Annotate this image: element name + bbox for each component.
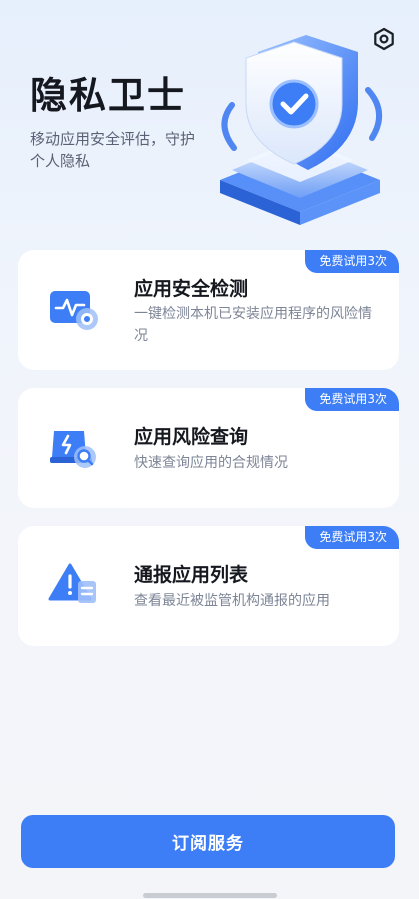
hero-section: 隐私卫士 移动应用安全评估，守护个人隐私 bbox=[30, 74, 200, 172]
subscribe-button[interactable]: 订阅服务 bbox=[21, 815, 395, 868]
free-trial-badge: 免费试用3次 bbox=[305, 526, 399, 549]
card-title: 通报应用列表 bbox=[134, 564, 249, 586]
card-description: 查看最近被监管机构通报的应用 bbox=[134, 593, 330, 609]
card-reported-app-list[interactable]: 免费试用3次 通报应用列表 查看最近被监管机构通报的应用 bbox=[18, 526, 399, 646]
page-subtitle: 移动应用安全评估，守护个人隐私 bbox=[30, 130, 196, 170]
card-app-risk-query[interactable]: 免费试用3次 应用风险查询 快速查询应用的合规情况 bbox=[18, 388, 399, 508]
card-description: 快速查询应用的合规情况 bbox=[134, 455, 288, 471]
risk-search-icon bbox=[50, 431, 96, 468]
card-title: 应用风险查询 bbox=[134, 426, 249, 448]
card-description: 一键检测本机已安装应用程序的风险情况 bbox=[134, 306, 372, 344]
home-indicator[interactable] bbox=[143, 893, 277, 898]
page-title: 隐私卫士 bbox=[30, 74, 186, 117]
free-trial-badge: 免费试用3次 bbox=[305, 250, 399, 273]
app-scan-icon bbox=[50, 291, 98, 330]
shield-check-icon bbox=[220, 35, 382, 225]
card-app-security-scan[interactable]: 免费试用3次 应用安全检测 一键检测本机已安装应用程序的风险情况 bbox=[18, 250, 399, 370]
card-title: 应用安全检测 bbox=[134, 278, 249, 300]
warning-list-icon bbox=[48, 563, 96, 603]
free-trial-badge: 免费试用3次 bbox=[305, 388, 399, 411]
